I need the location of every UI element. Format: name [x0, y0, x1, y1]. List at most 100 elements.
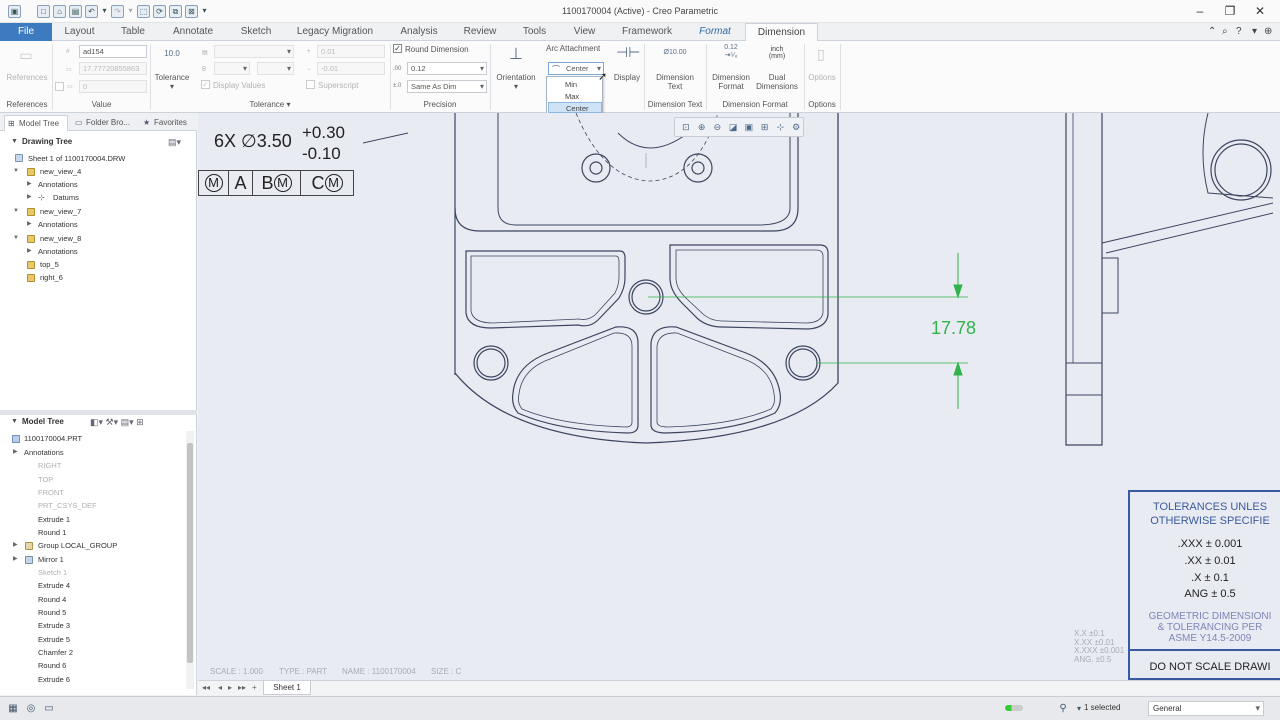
references-button[interactable]: References — [2, 73, 52, 82]
tree-item-sheet[interactable]: Sheet 1 of 1100170004.DRW — [28, 152, 125, 165]
minimize-button[interactable]: – — [1185, 3, 1215, 19]
full-screen-icon[interactable]: ▭ — [42, 702, 56, 715]
scrollbar-thumb[interactable] — [187, 443, 193, 663]
expand-arrow-icon[interactable]: ▼ — [13, 205, 19, 218]
expand-arrow-icon[interactable]: ▶ — [27, 178, 32, 191]
expand-arrow-icon[interactable]: ▼ — [13, 165, 19, 178]
tab-view[interactable]: View — [563, 23, 606, 41]
next-sheet-icon[interactable]: ▸ — [228, 683, 232, 692]
tree-item-feature[interactable]: Round 4 — [38, 593, 66, 606]
tree-item-group[interactable]: Group LOCAL_GROUP — [38, 539, 117, 552]
search-icon[interactable]: ⌕ — [1222, 26, 1228, 37]
zoom-out-icon[interactable]: ⊖ — [711, 120, 725, 134]
annotation-display-icon[interactable]: ⊹ — [774, 120, 788, 134]
tree-item-annotations[interactable]: Annotations — [38, 178, 78, 191]
expand-arrow-icon[interactable]: ▼ — [13, 232, 19, 245]
tab-model-tree[interactable]: ⊞ Model Tree — [4, 115, 68, 131]
arc-option-center[interactable]: Center — [548, 102, 602, 113]
tab-sketch[interactable]: Sketch — [230, 23, 282, 41]
tab-table[interactable]: Table — [108, 23, 158, 41]
tree-item-annotations[interactable]: Annotations — [38, 218, 78, 231]
first-sheet-icon[interactable]: ◂◂ — [202, 683, 210, 692]
display-values-checkbox[interactable]: ✓ — [201, 80, 210, 89]
tree-item-feature[interactable]: Extrude 4 — [38, 579, 70, 592]
hole-callout[interactable]: 6X ∅3.50 — [214, 131, 292, 152]
tree-item-feature[interactable]: Round 1 — [38, 526, 66, 539]
tab-analysis[interactable]: Analysis — [390, 23, 448, 41]
options-button[interactable]: Options — [804, 73, 840, 82]
tree-item-view[interactable]: new_view_4 — [40, 165, 81, 178]
dual-dimensions-button[interactable]: Dual Dimensions — [752, 73, 802, 91]
dimension-format-button[interactable]: Dimension Format — [706, 73, 756, 91]
add-sheet-icon[interactable]: + — [252, 683, 257, 692]
view-manager-icon[interactable]: ⚙ — [789, 120, 803, 134]
zoom-in-icon[interactable]: ⊕ — [695, 120, 709, 134]
tree-item-datums[interactable]: Datums — [53, 191, 79, 204]
browser-toggle-icon[interactable]: ◎ — [24, 702, 38, 715]
tree-item-feature[interactable]: Extrude 6 — [38, 673, 70, 686]
group-tolerance-label[interactable]: Tolerance ▾ — [150, 100, 390, 109]
close-button[interactable]: ✕ — [1245, 3, 1275, 19]
expand-arrow-icon[interactable]: ▶ — [27, 245, 32, 258]
orientation-button[interactable]: Orientation — [493, 73, 539, 82]
tab-framework[interactable]: Framework — [612, 23, 682, 41]
orientation-dropdown-icon[interactable]: ▾ — [493, 82, 539, 91]
collapse-arrow-icon[interactable]: ▼ — [11, 413, 18, 431]
last-sheet-icon[interactable]: ▸▸ — [238, 683, 246, 692]
title-block[interactable]: TOLERANCES UNLES OTHERWISE SPECIFIE .XXX… — [1128, 490, 1280, 680]
round-dimension-checkbox[interactable]: ✓ — [393, 44, 402, 53]
tab-layout[interactable]: Layout — [56, 23, 103, 41]
sheet-tab[interactable]: Sheet 1 — [263, 681, 311, 695]
selected-dimension-value[interactable]: 17.78 — [931, 318, 976, 339]
override-value-checkbox[interactable] — [55, 82, 64, 91]
tab-file[interactable]: File — [0, 23, 52, 41]
tree-item-datum-plane[interactable]: TOP — [38, 473, 53, 486]
feature-control-frame[interactable]: M A BM CM — [198, 170, 354, 196]
find-icon[interactable]: ⚲ — [1056, 702, 1070, 715]
tree-settings-icon[interactable]: ▤▾ — [168, 137, 181, 148]
tree-item-feature[interactable]: Mirror 1 — [38, 553, 64, 566]
tree-item-view[interactable]: new_view_8 — [40, 232, 81, 245]
drawing-canvas[interactable]: ⊡ ⊕ ⊖ ◪ ▣ ⊞ ⊹ ⚙ 6X ∅3.50 +0.30 -0.10 M A… — [198, 113, 1280, 680]
tab-review[interactable]: Review — [454, 23, 506, 41]
tree-item-datum-plane[interactable]: RIGHT — [38, 459, 61, 472]
help-center-icon[interactable]: ⊕ — [1264, 26, 1272, 37]
display-style-icon[interactable]: ▣ — [742, 120, 756, 134]
tab-favorites[interactable]: ★ Favorites — [140, 115, 194, 131]
tolerance-button[interactable]: Tolerance — [152, 73, 192, 82]
tree-item-annotations[interactable]: Annotations — [24, 446, 64, 459]
prev-sheet-icon[interactable]: ◂ — [218, 683, 222, 692]
superscript-checkbox[interactable] — [306, 80, 315, 89]
expand-arrow-icon[interactable]: ▶ — [13, 539, 18, 552]
model-tree-scrollbar[interactable] — [186, 431, 194, 689]
tree-item-feature[interactable]: Extrude 3 — [38, 619, 70, 632]
expand-arrow-icon[interactable]: ▶ — [27, 218, 32, 231]
tree-item-datum-plane[interactable]: FRONT — [38, 486, 64, 499]
model-tree-toolbar-icons[interactable]: ◧▾ ⚒▾ ▤▾ ⊞ — [90, 417, 144, 428]
refit-icon[interactable]: ⊡ — [679, 120, 693, 134]
tree-item-feature[interactable]: Extrude 5 — [38, 633, 70, 646]
tree-item-feature[interactable]: Chamfer 2 — [38, 646, 73, 659]
tree-item-view[interactable]: right_6 — [40, 271, 63, 284]
datum-display-icon[interactable]: ⊞ — [758, 120, 772, 134]
help-dropdown-icon[interactable]: ▾ — [1252, 26, 1257, 37]
arc-option-max[interactable]: Max — [548, 91, 602, 102]
help-icon[interactable]: ? — [1236, 26, 1242, 37]
expand-arrow-icon[interactable]: ▶ — [13, 553, 18, 566]
tree-item-feature[interactable]: Round 6 — [38, 659, 66, 672]
selection-filter[interactable]: General — [1148, 701, 1264, 716]
tab-format[interactable]: Format — [690, 23, 740, 41]
tolerance-dropdown-icon[interactable]: ▾ — [152, 82, 192, 91]
restore-button[interactable]: ❐ — [1215, 3, 1245, 19]
arc-option-min[interactable]: Min — [548, 79, 602, 90]
tab-dimension[interactable]: Dimension — [745, 23, 818, 42]
collapse-arrow-icon[interactable]: ▼ — [11, 133, 18, 151]
tab-annotate[interactable]: Annotate — [163, 23, 223, 41]
tree-item-view[interactable]: top_5 — [40, 258, 59, 271]
navigator-toggle-icon[interactable]: ▦ — [6, 702, 20, 715]
tab-legacy-migration[interactable]: Legacy Migration — [288, 23, 382, 41]
tab-tools[interactable]: Tools — [512, 23, 557, 41]
collapse-ribbon-icon[interactable]: ⌃ — [1208, 26, 1216, 37]
tree-item-view[interactable]: new_view_7 — [40, 205, 81, 218]
dimension-name-field[interactable]: ad154 — [79, 45, 147, 58]
